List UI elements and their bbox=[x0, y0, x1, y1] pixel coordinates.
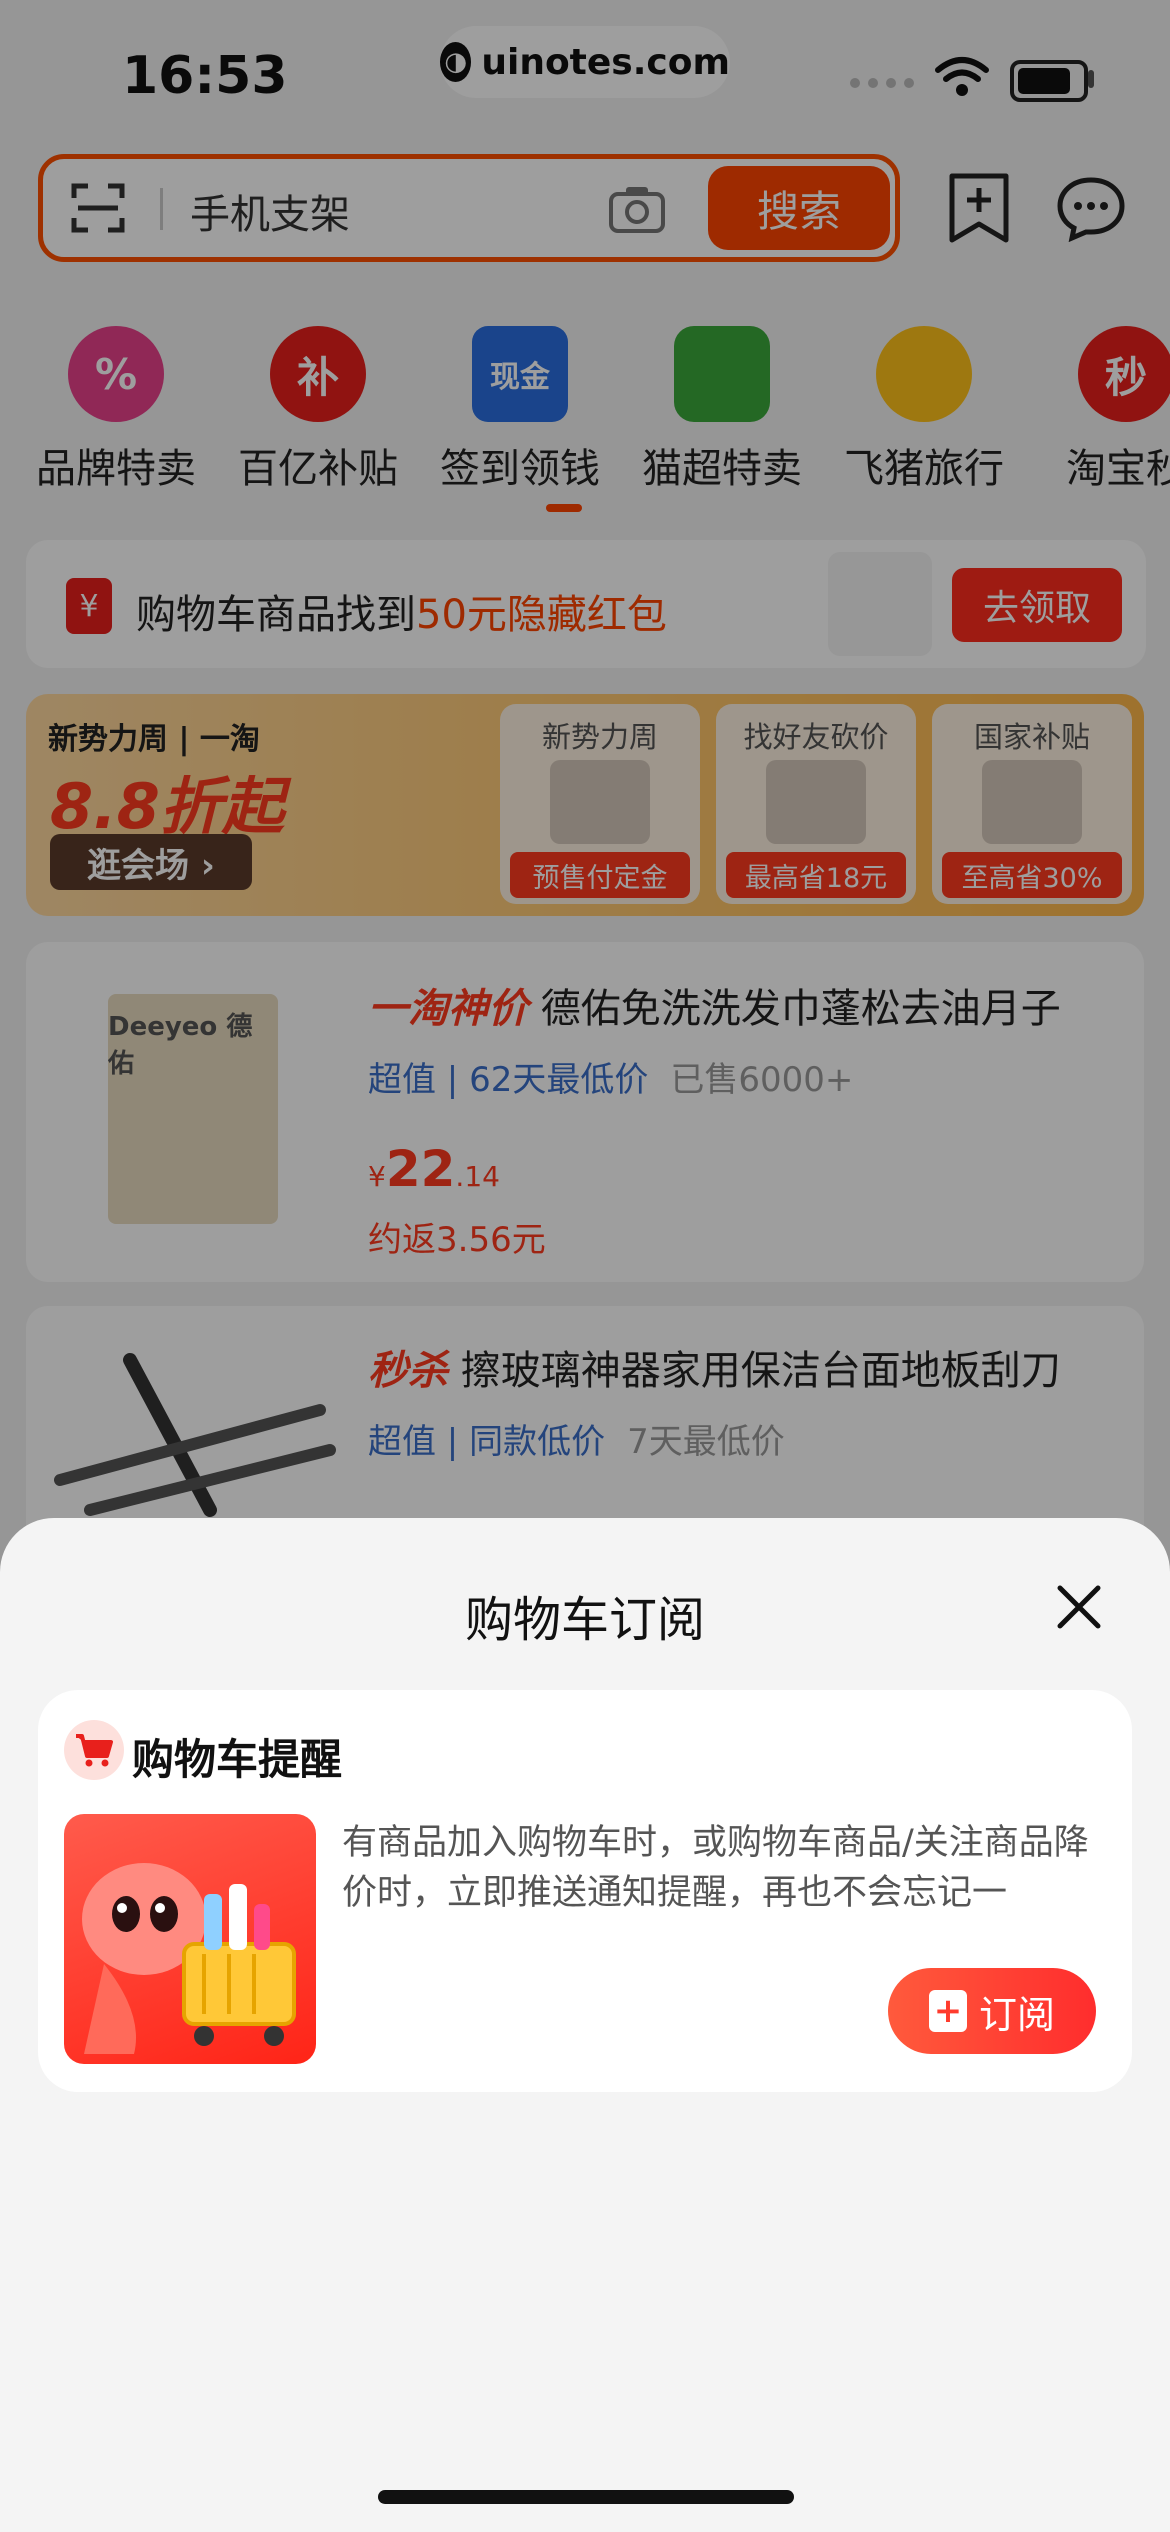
cart-icon bbox=[64, 1720, 124, 1780]
subscribe-button[interactable]: + 订阅 bbox=[888, 1968, 1096, 2054]
mascot-image bbox=[64, 1814, 316, 2064]
bookmark-plus-icon: + bbox=[928, 1990, 967, 2032]
sheet-title: 购物车订阅 bbox=[464, 1592, 705, 1648]
cart-reminder-title: 购物车提醒 bbox=[132, 1735, 343, 1784]
subscribe-button-label: 订阅 bbox=[978, 1992, 1055, 2037]
home-indicator[interactable] bbox=[378, 2490, 794, 2504]
cart-reminder-description: 有商品加入购物车时，或购物车商品/关注商品降价时，立即推送通知提醒，再也不会忘记… bbox=[342, 1823, 1089, 1913]
close-icon[interactable] bbox=[1052, 1580, 1106, 1634]
